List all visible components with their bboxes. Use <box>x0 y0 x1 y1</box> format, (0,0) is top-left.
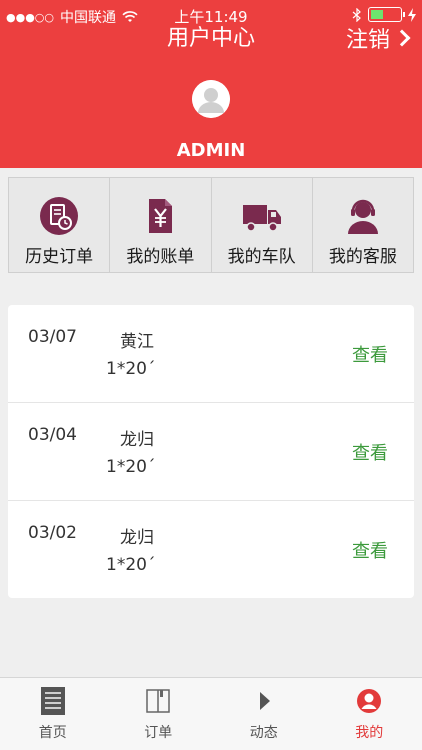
view-order-button[interactable]: 查看 <box>352 439 388 465</box>
menu-label: 我的车队 <box>227 247 296 267</box>
battery-level <box>371 10 383 19</box>
menu-item-customer-service[interactable]: 我的客服 <box>313 178 413 272</box>
order-list: 03/07 黄江 1*20´ 查看 03/04 龙归 1*20´ 查看 03/0… <box>8 305 414 598</box>
order-spec: 1*20´ <box>106 457 156 477</box>
bill-icon <box>149 199 173 233</box>
tab-label: 我的 <box>355 725 384 741</box>
truck-icon <box>242 205 281 232</box>
menu-item-my-fleet[interactable]: 我的车队 <box>212 178 313 272</box>
user-icon <box>357 689 382 713</box>
book-icon <box>146 689 170 713</box>
tab-label: 订单 <box>144 725 173 741</box>
order-spec: 1*20´ <box>106 555 156 575</box>
menu-label: 我的账单 <box>126 247 195 267</box>
play-icon <box>259 692 270 710</box>
order-row: 03/07 黄江 1*20´ 查看 <box>8 305 414 403</box>
tab-feed[interactable]: 动态 <box>211 678 317 750</box>
home-icon <box>40 687 65 715</box>
view-order-button[interactable]: 查看 <box>352 537 388 563</box>
order-date: 03/07 <box>28 327 77 347</box>
logout-label: 注销 <box>345 28 390 53</box>
header: ●●●○○ 中国联通 上午11:49 用户中心 注销 ADMIN <box>0 0 422 168</box>
order-date: 03/02 <box>28 523 77 543</box>
user-avatar-icon <box>192 80 230 118</box>
menu-item-history-orders[interactable]: 历史订单 <box>9 178 111 272</box>
order-row: 03/02 龙归 1*20´ 查看 <box>8 501 414 599</box>
view-order-button[interactable]: 查看 <box>352 341 388 367</box>
feature-menu: 历史订单 我的账单 我的车队 我的客服 <box>8 177 414 273</box>
order-row: 03/04 龙归 1*20´ 查看 <box>8 403 414 501</box>
order-place: 龙归 <box>120 430 154 450</box>
order-place: 黄江 <box>120 332 154 352</box>
order-date: 03/04 <box>28 425 77 445</box>
order-place: 龙归 <box>120 528 154 548</box>
logout-button[interactable]: 注销 <box>345 22 411 54</box>
menu-item-my-bills[interactable]: 我的账单 <box>110 178 212 272</box>
chevron-right-icon <box>393 29 411 47</box>
customer-service-icon <box>347 199 378 234</box>
order-spec: 1*20´ <box>106 359 156 379</box>
menu-label: 历史订单 <box>25 247 94 267</box>
avatar[interactable] <box>192 80 230 118</box>
username: ADMIN <box>176 140 246 161</box>
tab-home[interactable]: 首页 <box>0 678 106 750</box>
menu-label: 我的客服 <box>328 247 397 267</box>
tab-mine[interactable]: 我的 <box>317 678 422 750</box>
history-order-icon <box>40 197 79 235</box>
tab-orders[interactable]: 订单 <box>106 678 212 750</box>
tab-label: 首页 <box>38 725 67 741</box>
tab-bar: 首页 订单 动态 我的 <box>0 677 422 750</box>
tab-label: 动态 <box>249 725 278 741</box>
